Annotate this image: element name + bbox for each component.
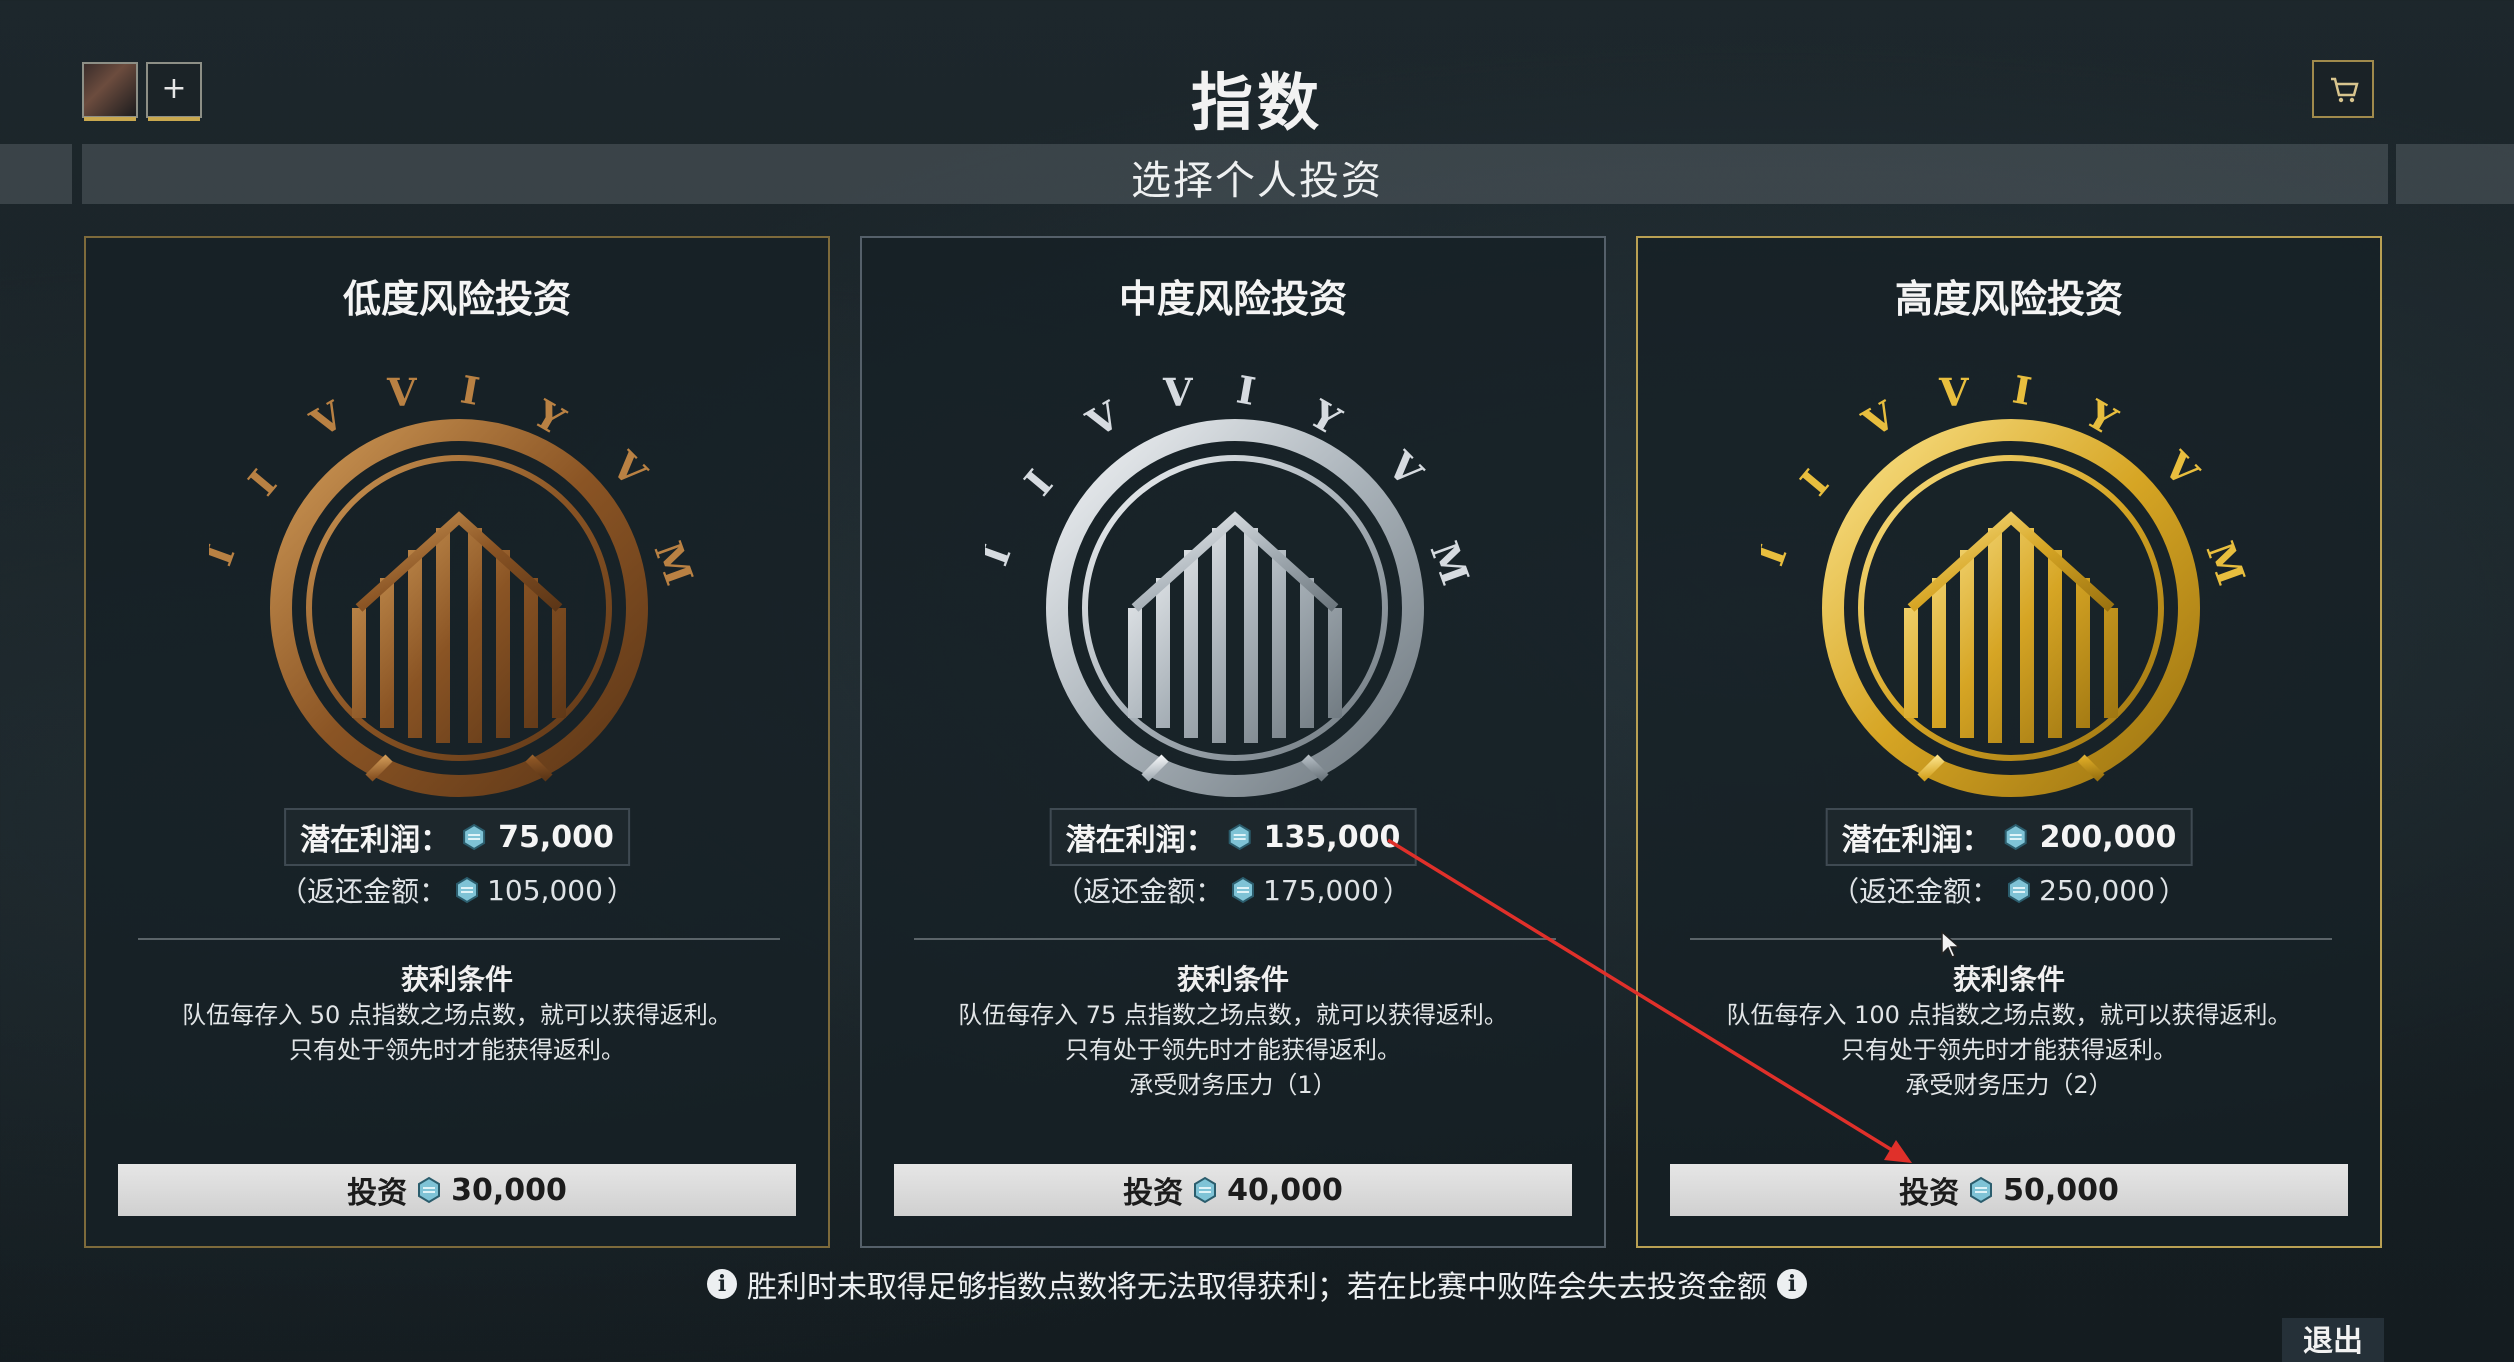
refund-label: （返还金额：	[1055, 875, 1224, 908]
svg-text:V: V	[386, 370, 418, 415]
potential-profit-box: 潜在利润： 135,000	[1049, 808, 1417, 866]
svg-text:M: M	[646, 536, 703, 591]
credits-icon	[2008, 876, 2031, 904]
svg-text:M: M	[1422, 536, 1479, 591]
info-icon[interactable]: i	[1777, 1269, 1807, 1299]
svg-text:I: I	[1791, 461, 1837, 504]
invest-label: 投资	[1899, 1176, 1960, 1211]
bronze-index-emblem-icon: I I V V I Y V M	[209, 367, 703, 797]
svg-text:V: V	[1078, 391, 1128, 446]
svg-text:I: I	[1233, 367, 1258, 414]
credits-icon	[1228, 823, 1251, 851]
svg-text:V: V	[1378, 442, 1432, 496]
svg-text:I: I	[239, 461, 285, 504]
credits-icon	[456, 876, 479, 904]
silver-index-emblem-icon: I I V V I Y V M	[985, 367, 1479, 797]
top-bar: + 指数	[0, 0, 2514, 140]
invest-button-low[interactable]: 投资 30,000	[118, 1164, 796, 1216]
invest-label: 投资	[347, 1176, 408, 1211]
condition-line: 队伍每存入 100 点指数之场点数，就可以获得返利。	[1726, 1001, 2292, 1029]
footer-warning: i 胜利时未取得足够指数点数将无法取得获利；若在比赛中败阵会失去投资金额 i	[0, 1262, 2514, 1306]
credits-icon	[1194, 1176, 1217, 1204]
condition-line: 承受财务压力（1）	[1129, 1071, 1337, 1099]
refund-label: （返还金额：	[1831, 875, 2000, 908]
refund-value: 105,000	[487, 873, 603, 907]
gold-index-emblem-icon: I I V V I Y V M	[1761, 367, 2255, 797]
potential-profit-box: 潜在利润： 200,000	[1825, 808, 2193, 866]
credits-icon	[1232, 876, 1255, 904]
exit-button[interactable]: 退出	[2282, 1318, 2384, 1362]
card-title: 低度风险投资	[342, 277, 571, 321]
svg-text:M: M	[2198, 536, 2255, 591]
credits-icon	[1970, 1176, 1993, 1204]
refund-amount: （返还金额： 175,000 ）	[862, 870, 1604, 910]
svg-text:I: I	[985, 539, 1020, 571]
svg-text:I: I	[1761, 539, 1796, 571]
investment-card-high: 高度风险投资 I I V V I Y V M 潜在利润： 200,000 （返还…	[1636, 236, 2382, 1248]
svg-text:V: V	[1162, 370, 1194, 415]
store-cart-button[interactable]	[2312, 60, 2374, 118]
cart-icon	[2331, 77, 2359, 103]
profit-label: 潜在利润：	[1065, 823, 1216, 858]
profit-label: 潜在利润：	[1841, 823, 1992, 858]
conditions-title: 获利条件	[400, 963, 513, 996]
profit-value: 200,000	[2039, 819, 2177, 855]
invest-value: 30,000	[451, 1172, 567, 1208]
page-subtitle: 选择个人投资	[1131, 158, 1383, 204]
page-title: 指数	[1190, 66, 1323, 139]
condition-line: 只有处于领先时才能获得返利。	[1065, 1036, 1401, 1064]
conditions-title: 获利条件	[1176, 963, 1289, 996]
svg-text:V: V	[602, 442, 656, 496]
conditions-title: 获利条件	[1952, 963, 2065, 996]
invest-button-medium[interactable]: 投资 40,000	[894, 1164, 1572, 1216]
refund-value: 250,000	[2039, 873, 2155, 907]
info-icon: i	[707, 1269, 737, 1299]
svg-text:V: V	[302, 391, 352, 446]
refund-close: ）	[2158, 875, 2187, 908]
mouse-cursor-icon	[1941, 930, 1961, 958]
divider	[138, 938, 780, 940]
profit-value: 75,000	[498, 819, 614, 855]
profit-value: 135,000	[1263, 819, 1401, 855]
svg-text:V: V	[1938, 370, 1970, 415]
refund-amount: （返还金额： 105,000 ）	[86, 870, 828, 910]
svg-text:I: I	[457, 367, 482, 414]
refund-amount: （返还金额： 250,000 ）	[1638, 870, 2380, 910]
invest-value: 40,000	[1227, 1172, 1343, 1208]
condition-line: 只有处于领先时才能获得返利。	[1841, 1036, 2177, 1064]
investment-card-low: 低度风险投资 I I V V I Y V M 潜在利润： 75,000 （返还金…	[84, 236, 830, 1248]
condition-line: 只有处于领先时才能获得返利。	[289, 1036, 625, 1064]
refund-value: 175,000	[1263, 873, 1379, 907]
condition-line: 队伍每存入 75 点指数之场点数，就可以获得返利。	[958, 1001, 1508, 1029]
potential-profit-box: 潜在利润： 75,000	[284, 808, 630, 866]
svg-text:V: V	[2154, 442, 2208, 496]
invest-value: 50,000	[2003, 1172, 2119, 1208]
divider	[914, 938, 1556, 940]
svg-text:I: I	[2009, 367, 2034, 414]
condition-line: 队伍每存入 50 点指数之场点数，就可以获得返利。	[182, 1001, 732, 1029]
condition-line: 承受财务压力（2）	[1905, 1071, 2113, 1099]
conditions-text: 队伍每存入 50 点指数之场点数，就可以获得返利。 只有处于领先时才能获得返利。	[86, 998, 828, 1068]
refund-close: ）	[606, 875, 635, 908]
credits-icon	[2004, 823, 2027, 851]
invest-label: 投资	[1123, 1176, 1184, 1211]
card-title: 高度风险投资	[1894, 277, 2123, 321]
credits-icon	[418, 1176, 441, 1204]
conditions-text: 队伍每存入 75 点指数之场点数，就可以获得返利。 只有处于领先时才能获得返利。…	[862, 998, 1604, 1103]
card-title: 中度风险投资	[1118, 277, 1347, 321]
credits-icon	[463, 823, 486, 851]
svg-text:I: I	[1015, 461, 1061, 504]
refund-close: ）	[1382, 875, 1411, 908]
invest-button-high[interactable]: 投资 50,000	[1670, 1164, 2348, 1216]
divider	[1690, 938, 2332, 940]
investment-card-medium: 中度风险投资 I I V V I Y V M 潜在利润： 135,000 （返还…	[860, 236, 1606, 1248]
footer-note-text: 胜利时未取得足够指数点数将无法取得获利；若在比赛中败阵会失去投资金额	[747, 1270, 1767, 1305]
svg-text:V: V	[1854, 391, 1904, 446]
refund-label: （返还金额：	[279, 875, 448, 908]
conditions-text: 队伍每存入 100 点指数之场点数，就可以获得返利。 只有处于领先时才能获得返利…	[1638, 998, 2380, 1103]
svg-text:I: I	[209, 539, 244, 571]
profit-label: 潜在利润：	[300, 823, 451, 858]
